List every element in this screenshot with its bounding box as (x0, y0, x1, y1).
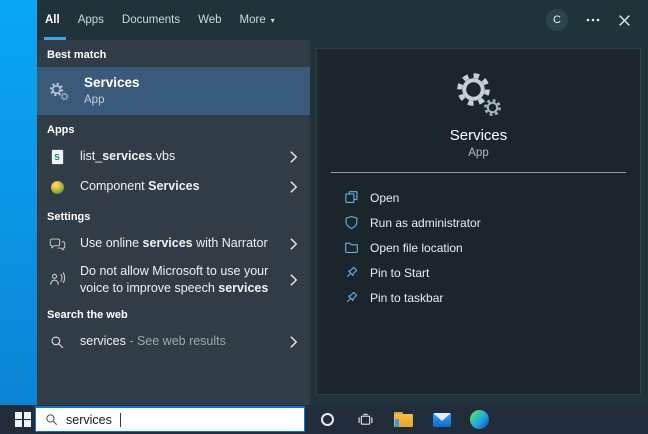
section-header: Best match (37, 40, 310, 67)
result-item[interactable]: Component Services (37, 172, 310, 202)
web-search-icon (47, 335, 67, 349)
component-services-icon (47, 181, 67, 194)
section-header: Search the web (37, 300, 310, 327)
tab-more[interactable]: More ▾ (240, 0, 275, 40)
preview-panel: Services App OpenRun as administratorOpe… (316, 48, 641, 395)
result-text: services - See web results (80, 334, 277, 350)
pin-icon (343, 265, 359, 280)
action-pin-to-taskbar[interactable]: Pin to taskbar (317, 285, 640, 310)
result-text: list_services.vbs (80, 149, 277, 165)
chevron-right-icon[interactable] (290, 238, 298, 250)
taskbar-task-view-icon[interactable] (356, 412, 375, 428)
separator (331, 172, 626, 173)
best-match-title: Services (84, 74, 298, 91)
search-tab-bar: All Apps Documents Web More ▾ C (37, 0, 648, 40)
result-best-match[interactable]: Services App (37, 67, 310, 115)
start-button[interactable] (9, 405, 37, 434)
result-text-segment: Services (148, 179, 199, 193)
chevron-right-icon[interactable] (290, 151, 298, 163)
taskbar-icons (318, 405, 489, 434)
result-text-segment: Use online (80, 236, 143, 250)
admin-shield-icon (343, 215, 359, 230)
results-panel: Best matchServicesAppAppsSlist_services.… (37, 40, 310, 405)
action-label: Open (370, 191, 399, 205)
tab-label: Web (198, 14, 221, 26)
chevron-down-icon: ▾ (271, 16, 275, 25)
app-subtitle: App (317, 147, 640, 159)
vbs-file-icon: S (47, 150, 67, 164)
avatar-initial: C (553, 14, 561, 26)
topbar-controls: C (546, 0, 648, 40)
section-header: Apps (37, 115, 310, 142)
result-text-segment: list_ (80, 149, 102, 163)
best-match-subtitle: App (84, 93, 298, 108)
action-run-as-administrator[interactable]: Run as administrator (317, 210, 640, 235)
file-location-icon (343, 240, 359, 255)
action-open[interactable]: Open (317, 185, 640, 210)
tab-web[interactable]: Web (198, 0, 221, 40)
account-avatar[interactable]: C (546, 9, 568, 31)
more-options-icon[interactable] (586, 18, 600, 22)
search-flyout-window: All Apps Documents Web More ▾ C Best match Ser… (37, 0, 648, 405)
action-open-file-location[interactable]: Open file location (317, 235, 640, 260)
text-caret (120, 413, 121, 427)
tab-label: Documents (122, 14, 180, 26)
close-icon[interactable] (618, 14, 631, 27)
chevron-right-icon[interactable] (290, 274, 298, 286)
action-label: Pin to Start (370, 266, 429, 280)
result-text-segment: Component (80, 179, 148, 193)
action-label: Pin to taskbar (370, 291, 443, 305)
result-text: Do not allow Microsoft to use your voice… (80, 259, 277, 300)
taskbar-cortana-icon[interactable] (318, 413, 337, 426)
taskbar-mail-icon[interactable] (432, 413, 451, 427)
taskbar-edge-icon[interactable] (470, 410, 489, 429)
open-window-icon (343, 190, 359, 205)
speech-voice-icon (47, 272, 67, 287)
result-item[interactable]: Use online services with Narrator (37, 229, 310, 259)
screen: All Apps Documents Web More ▾ C Best match Ser… (0, 0, 648, 434)
services-gear-icon (317, 71, 640, 117)
action-label: Open file location (370, 241, 463, 255)
desktop-wallpaper (0, 0, 37, 405)
taskbar-file-explorer-icon[interactable] (394, 412, 413, 427)
tab-documents[interactable]: Documents (122, 0, 180, 40)
tab-all[interactable]: All (45, 0, 60, 40)
action-label: Run as administrator (370, 216, 481, 230)
tab-label: Apps (78, 14, 104, 26)
windows-logo-icon (15, 412, 31, 428)
result-text-segment: services (102, 149, 152, 163)
taskbar: services (0, 405, 648, 434)
chevron-right-icon[interactable] (290, 181, 298, 193)
result-item[interactable]: Slist_services.vbs (37, 142, 310, 172)
tab-label: All (45, 14, 60, 26)
result-text-segment: services (80, 334, 126, 348)
action-list: Open Run as administrator Open file locati… (317, 185, 640, 310)
result-text-segment: with Narrator (193, 236, 268, 250)
result-text: Use online services with Narrator (80, 236, 277, 252)
search-icon (45, 413, 58, 426)
result-text: Component Services (80, 179, 277, 195)
result-text-segment: - See web results (126, 334, 226, 348)
tab-label: More (240, 14, 266, 26)
result-text-segment: .vbs (152, 149, 175, 163)
result-text: Services App (84, 74, 298, 108)
result-item[interactable]: services - See web results (37, 327, 310, 357)
result-text-segment: services (218, 281, 268, 295)
services-gears-icon (47, 81, 71, 101)
app-title: Services (317, 127, 640, 144)
search-input-value: services (66, 413, 112, 427)
tab-apps[interactable]: Apps (78, 0, 104, 40)
result-text-segment: services (143, 236, 193, 250)
pin-icon (343, 290, 359, 305)
narrator-icon (47, 237, 67, 252)
result-item[interactable]: Do not allow Microsoft to use your voice… (37, 259, 310, 300)
chevron-right-icon[interactable] (290, 336, 298, 348)
action-pin-to-start[interactable]: Pin to Start (317, 260, 640, 285)
section-header: Settings (37, 202, 310, 229)
taskbar-search-box[interactable]: services (35, 406, 305, 432)
